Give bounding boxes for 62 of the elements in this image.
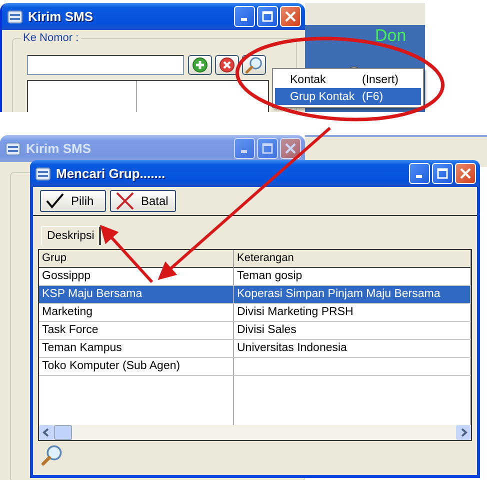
table-cell: Koperasi Simpan Pinjam Maju Bersama: [234, 286, 471, 303]
scroll-left-icon: [39, 425, 54, 440]
table-cell: Marketing: [39, 304, 234, 321]
minimize-button[interactable]: [234, 6, 255, 27]
arrow: [100, 224, 154, 283]
close-button[interactable]: [280, 138, 301, 159]
number-field[interactable]: [27, 55, 184, 75]
plus-icon: [192, 57, 208, 73]
number-list[interactable]: [27, 80, 269, 112]
window-icon: [35, 166, 51, 182]
banner-text: Don: [375, 27, 406, 44]
cross-icon: [115, 192, 135, 210]
group-label: Ke Nomor :: [21, 32, 81, 44]
window-icon: [5, 140, 21, 156]
scroll-thumb[interactable]: [54, 425, 72, 440]
column-header[interactable]: Keterangan: [234, 250, 471, 268]
table-row[interactable]: Toko Komputer (Sub Agen): [39, 358, 471, 376]
search-button[interactable]: [242, 55, 266, 75]
table-cell: Toko Komputer (Sub Agen): [39, 358, 234, 375]
close-button[interactable]: [455, 163, 476, 184]
minimize-button[interactable]: [234, 138, 255, 159]
table-cell: Universitas Indonesia: [234, 340, 471, 357]
maximize-button[interactable]: [257, 138, 278, 159]
maximize-button[interactable]: [432, 163, 453, 184]
horizontal-scrollbar[interactable]: [39, 425, 471, 440]
menu-item[interactable]: Kontak (Insert): [275, 71, 421, 88]
table-cell: Teman gosip: [234, 268, 471, 285]
close-icon: [285, 143, 296, 154]
cancel-button[interactable]: Batal: [110, 190, 176, 212]
table-cell: KSP Maju Bersama: [39, 286, 234, 303]
close-icon: [460, 168, 471, 179]
search-icon: [245, 56, 263, 74]
table-cell: Task Force: [39, 322, 234, 339]
table-cell: Divisi Sales: [234, 322, 471, 339]
select-button[interactable]: Pilih: [40, 190, 106, 212]
remove-icon: [219, 57, 235, 73]
menu-item[interactable]: Grup Kontak (F6): [275, 88, 421, 105]
table-row[interactable]: Task Force Divisi Sales: [39, 322, 471, 340]
search-icon: [41, 444, 63, 466]
scroll-right-icon: [456, 425, 471, 440]
minimize-button[interactable]: [409, 163, 430, 184]
window-title: Kirim SMS: [26, 141, 92, 156]
dialog-title: Mencari Grup.......: [56, 166, 166, 181]
table-row[interactable]: Marketing Divisi Marketing PRSH: [39, 304, 471, 322]
remove-button[interactable]: [215, 55, 239, 75]
maximize-icon: [262, 143, 273, 154]
window-title: Kirim SMS: [28, 9, 94, 24]
maximize-button[interactable]: [257, 6, 278, 27]
table-row[interactable]: KSP Maju Bersama Koperasi Simpan Pinjam Maju Bersama: [39, 286, 471, 304]
column-header[interactable]: Grup: [39, 250, 234, 268]
window-icon: [7, 8, 23, 24]
table-row[interactable]: Teman Kampus Universitas Indonesia: [39, 340, 471, 358]
table-cell: Teman Kampus: [39, 340, 234, 357]
close-button[interactable]: [280, 6, 301, 27]
maximize-icon: [437, 168, 448, 179]
add-button[interactable]: [188, 55, 212, 75]
table-cell: Divisi Marketing PRSH: [234, 304, 471, 321]
maximize-icon: [262, 11, 273, 22]
table-cell: Gossippp: [39, 268, 234, 285]
check-icon: [45, 193, 65, 209]
tab[interactable]: Deskripsi: [41, 226, 102, 245]
close-icon: [285, 11, 296, 22]
